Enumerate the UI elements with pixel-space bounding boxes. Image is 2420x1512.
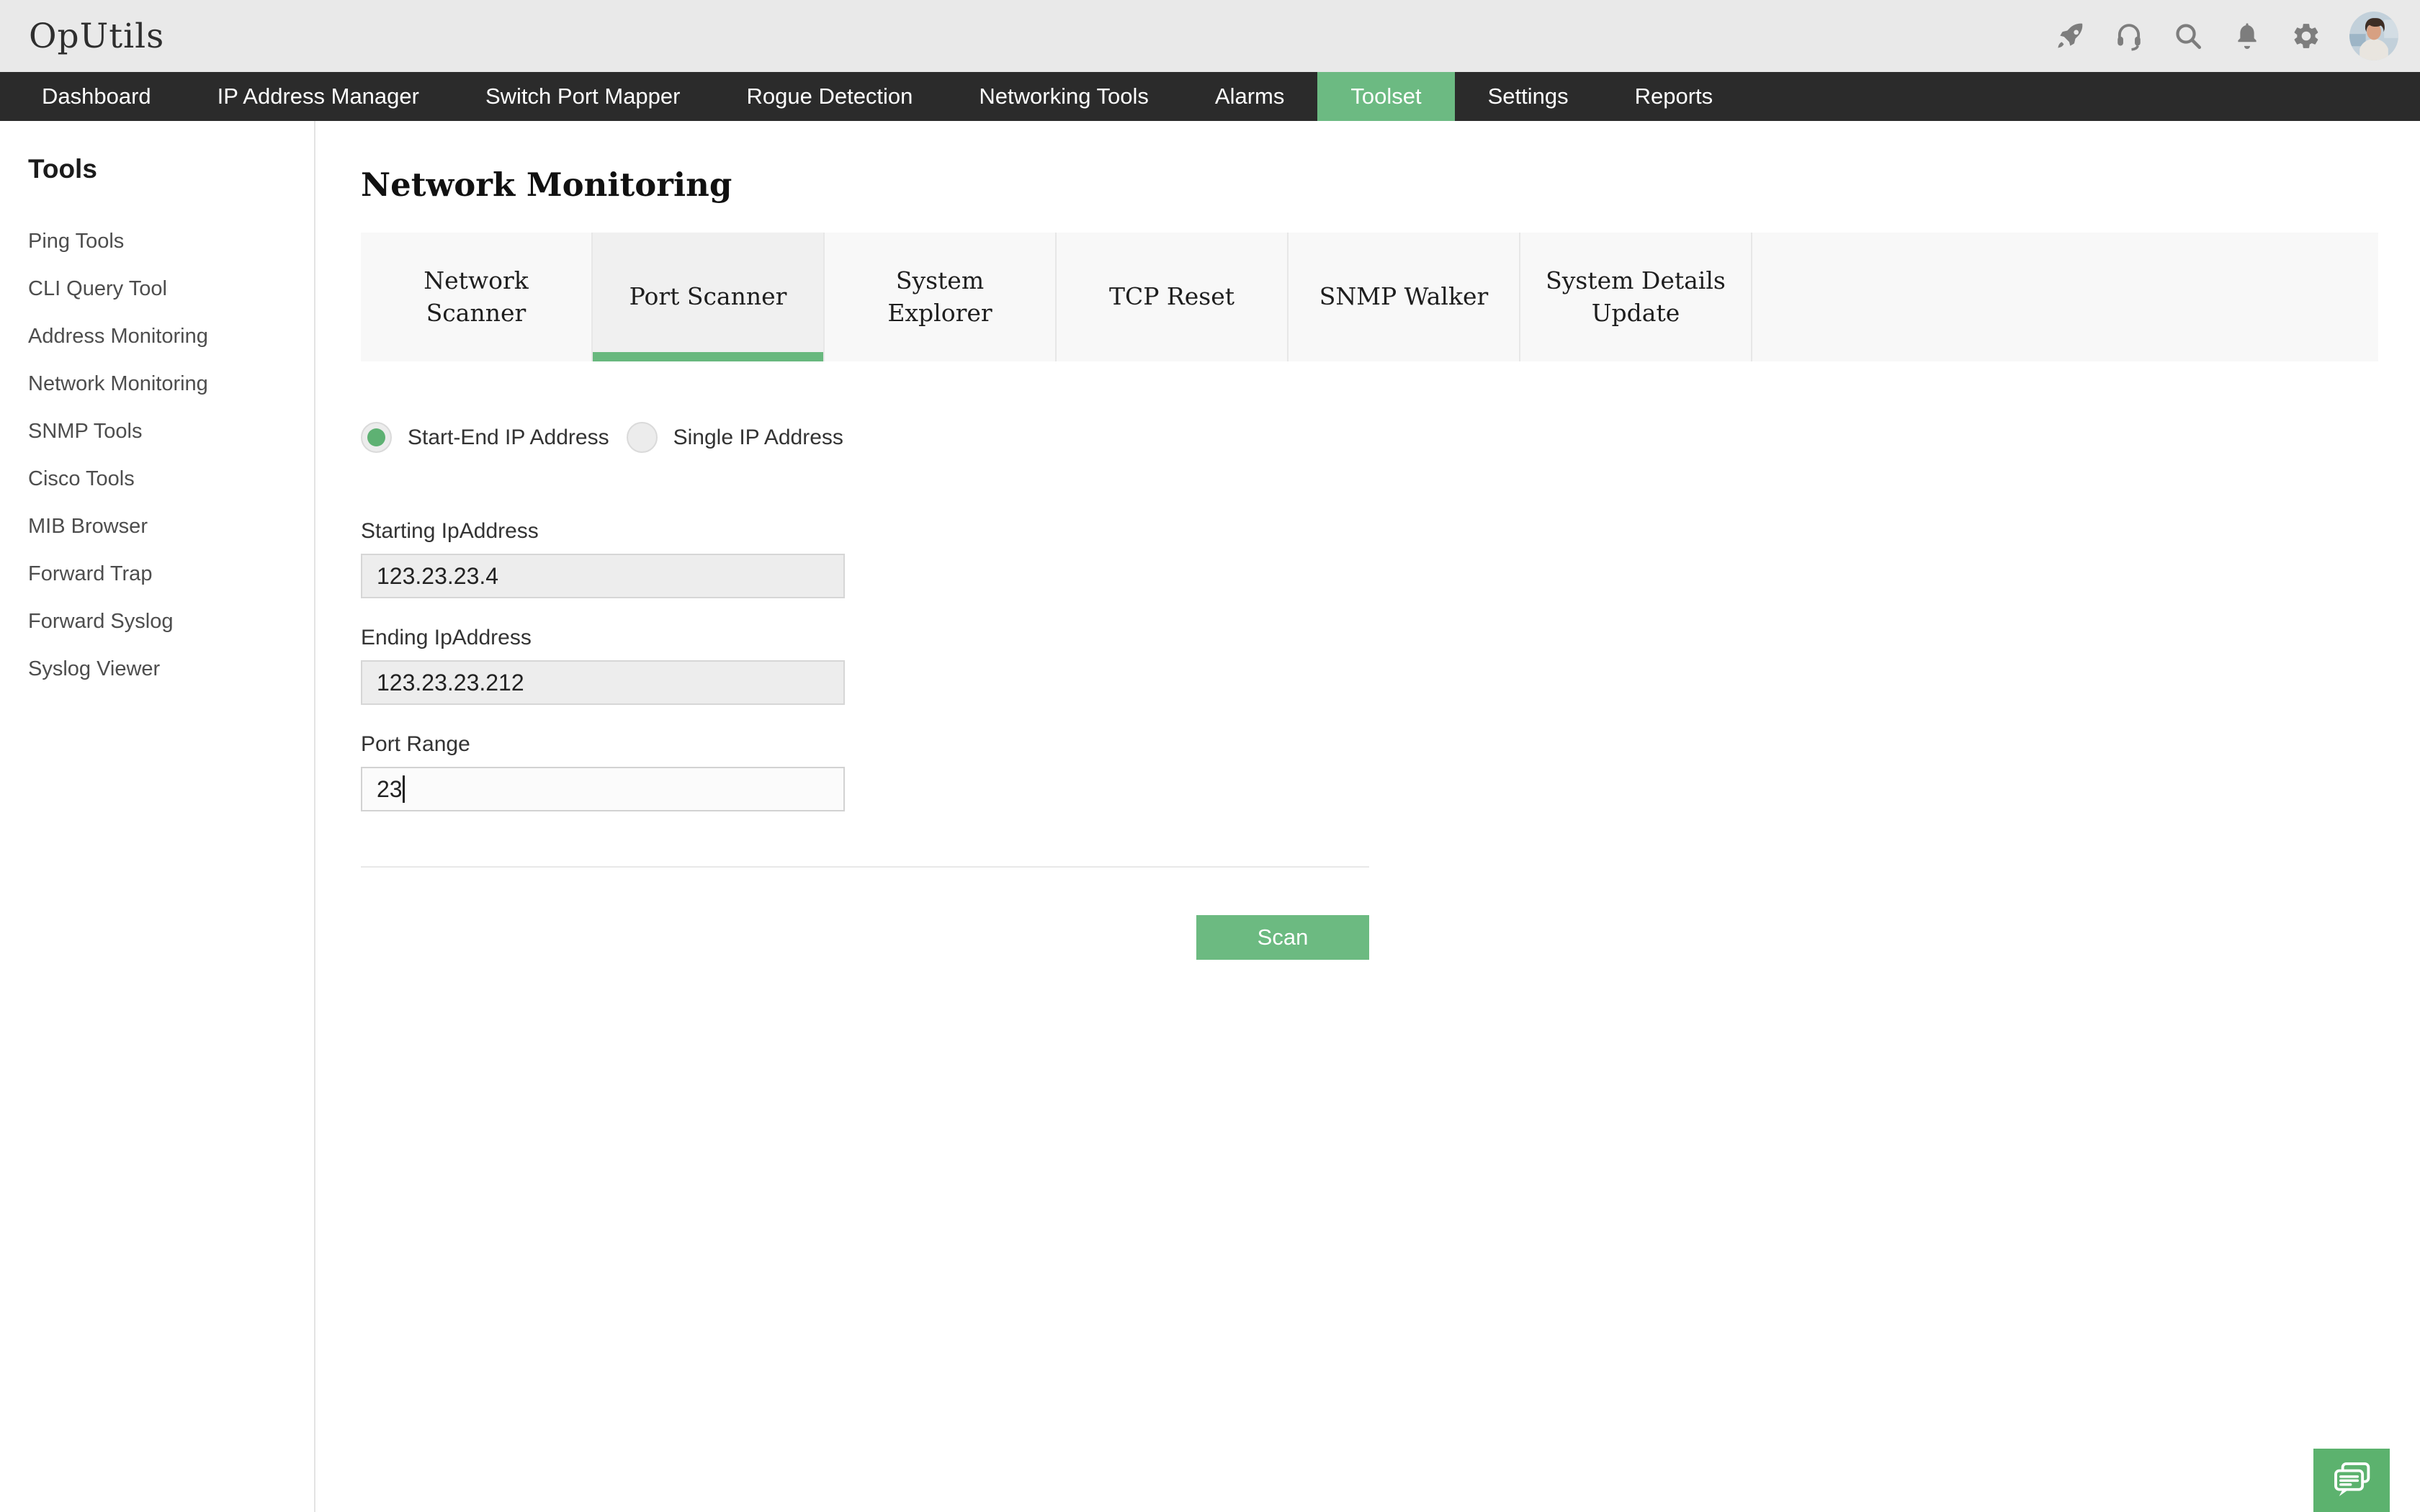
nav-item-rogue-detection[interactable]: Rogue Detection xyxy=(713,72,946,121)
starting-ip-label: Starting IpAddress xyxy=(361,519,2420,544)
user-avatar[interactable] xyxy=(2349,12,2398,60)
port-scan-form: Starting IpAddress Ending IpAddress Port… xyxy=(361,519,2420,960)
sidebar-item-address-monitoring[interactable]: Address Monitoring xyxy=(28,312,314,360)
header-actions xyxy=(2054,12,2398,60)
ending-ip-label: Ending IpAddress xyxy=(361,626,2420,650)
content-shell: Tools Ping Tools CLI Query Tool Address … xyxy=(0,121,2420,1512)
tabs-filler xyxy=(1752,233,2378,361)
scan-mode-options: Start-End IP Address Single IP Address xyxy=(361,422,2420,453)
starting-ip-field-group: Starting IpAddress xyxy=(361,519,2420,598)
nav-item-toolset[interactable]: Toolset xyxy=(1317,72,1454,121)
sidebar-heading: Tools xyxy=(28,154,314,184)
ending-ip-input[interactable] xyxy=(361,660,845,705)
starting-ip-input[interactable] xyxy=(361,554,845,598)
sidebar-item-forward-trap[interactable]: Forward Trap xyxy=(28,550,314,598)
text-cursor xyxy=(403,775,405,803)
sidebar-item-syslog-viewer[interactable]: Syslog Viewer xyxy=(28,645,314,693)
sidebar-item-forward-syslog[interactable]: Forward Syslog xyxy=(28,598,314,645)
tab-network-scanner[interactable]: Network Scanner xyxy=(361,233,593,361)
headset-icon[interactable] xyxy=(2113,20,2145,52)
app-header: OpUtils xyxy=(0,0,2420,72)
port-range-field-group: Port Range xyxy=(361,732,2420,811)
chat-bubbles-icon xyxy=(2328,1456,2375,1503)
tab-port-scanner[interactable]: Port Scanner xyxy=(593,233,825,361)
sidebar-item-cisco-tools[interactable]: Cisco Tools xyxy=(28,455,314,503)
scan-button[interactable]: Scan xyxy=(1196,915,1369,960)
nav-item-ip-address-manager[interactable]: IP Address Manager xyxy=(184,72,452,121)
ending-ip-field-group: Ending IpAddress xyxy=(361,626,2420,705)
sidebar-item-network-monitoring[interactable]: Network Monitoring xyxy=(28,360,314,408)
chat-launcher-button[interactable] xyxy=(2313,1449,2390,1512)
main-nav: Dashboard IP Address Manager Switch Port… xyxy=(0,72,2420,121)
radio-single-ip[interactable] xyxy=(627,422,658,453)
nav-item-networking-tools[interactable]: Networking Tools xyxy=(946,72,1181,121)
gear-icon[interactable] xyxy=(2290,20,2322,52)
tools-sidebar: Tools Ping Tools CLI Query Tool Address … xyxy=(0,121,315,1512)
radio-start-end-ip[interactable] xyxy=(361,422,392,453)
rocket-icon[interactable] xyxy=(2054,20,2086,52)
sidebar-item-mib-browser[interactable]: MIB Browser xyxy=(28,503,314,550)
tool-tabs: Network Scanner Port Scanner System Expl… xyxy=(361,233,2378,361)
form-divider xyxy=(361,866,1369,868)
search-icon[interactable] xyxy=(2172,20,2204,52)
bell-icon[interactable] xyxy=(2231,20,2263,52)
tab-tcp-reset[interactable]: TCP Reset xyxy=(1057,233,1289,361)
sidebar-item-snmp-tools[interactable]: SNMP Tools xyxy=(28,408,314,455)
tab-snmp-walker[interactable]: SNMP Walker xyxy=(1289,233,1520,361)
tab-system-explorer[interactable]: System Explorer xyxy=(825,233,1057,361)
nav-item-alarms[interactable]: Alarms xyxy=(1182,72,1317,121)
tab-system-details-update[interactable]: System Details Update xyxy=(1520,233,1752,361)
radio-label-start-end-ip[interactable]: Start-End IP Address xyxy=(408,426,609,450)
port-range-label: Port Range xyxy=(361,732,2420,757)
radio-selected-dot xyxy=(367,428,385,446)
radio-label-single-ip[interactable]: Single IP Address xyxy=(673,426,843,450)
app-logo: OpUtils xyxy=(29,17,164,56)
port-range-input[interactable] xyxy=(361,767,845,811)
nav-item-reports[interactable]: Reports xyxy=(1602,72,1747,121)
nav-item-switch-port-mapper[interactable]: Switch Port Mapper xyxy=(452,72,714,121)
sidebar-list: Ping Tools CLI Query Tool Address Monito… xyxy=(28,217,314,693)
sidebar-item-cli-query-tool[interactable]: CLI Query Tool xyxy=(28,265,314,312)
page-title: Network Monitoring xyxy=(361,166,2420,204)
nav-item-dashboard[interactable]: Dashboard xyxy=(9,72,184,121)
nav-item-settings[interactable]: Settings xyxy=(1455,72,1602,121)
sidebar-item-ping-tools[interactable]: Ping Tools xyxy=(28,217,314,265)
main-content: Network Monitoring Network Scanner Port … xyxy=(315,121,2420,1512)
